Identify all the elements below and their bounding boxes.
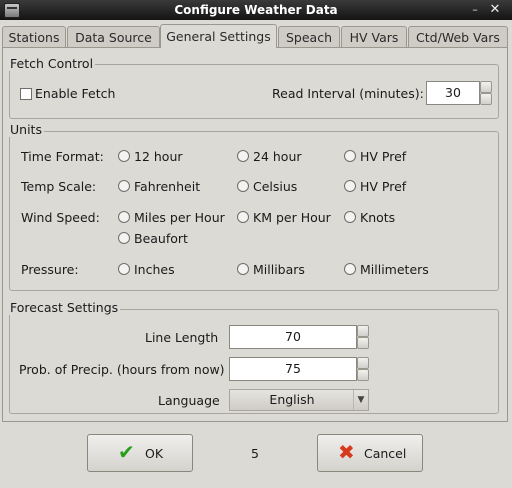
radio-inches-label: Inches [134, 262, 175, 277]
time-format-label: Time Format: [21, 149, 104, 164]
radio-fahrenheit-label: Fahrenheit [134, 179, 201, 194]
line-length-up-button[interactable] [357, 325, 369, 337]
read-interval-input[interactable]: 30 [426, 81, 480, 105]
radio-fahrenheit[interactable] [118, 180, 130, 192]
radio-knots[interactable] [344, 211, 356, 223]
prob-precip-down-button[interactable] [357, 369, 369, 381]
radio-kph[interactable] [237, 211, 249, 223]
radio-millimeters-label: Millimeters [360, 262, 429, 277]
line-length-input[interactable]: 70 [229, 325, 357, 349]
ok-button[interactable]: ✔ OK [87, 434, 193, 472]
ok-button-label: OK [145, 446, 164, 461]
radio-temp-hv-pref[interactable] [344, 180, 356, 192]
tab-speach[interactable]: Speach [278, 26, 340, 47]
read-interval-down-button[interactable] [480, 93, 492, 105]
window-title: Configure Weather Data [174, 3, 338, 17]
radio-24-hour-label: 24 hour [253, 149, 302, 164]
radio-time-hv-pref-label: HV Pref [360, 149, 407, 164]
prob-precip-up-button[interactable] [357, 357, 369, 369]
enable-fetch-checkbox[interactable] [20, 88, 32, 100]
tab-stations[interactable]: Stations [2, 26, 66, 47]
enable-fetch-label: Enable Fetch [35, 86, 116, 101]
language-select-value: English [269, 392, 315, 407]
radio-12-hour[interactable] [118, 150, 130, 162]
radio-millibars[interactable] [237, 263, 249, 275]
chevron-down-icon: ▼ [353, 390, 368, 410]
radio-inches[interactable] [118, 263, 130, 275]
radio-12-hour-label: 12 hour [134, 149, 183, 164]
radio-time-hv-pref[interactable] [344, 150, 356, 162]
pressure-label: Pressure: [21, 262, 79, 277]
radio-temp-hv-pref-label: HV Pref [360, 179, 407, 194]
read-interval-up-button[interactable] [480, 81, 492, 93]
radio-millibars-label: Millibars [253, 262, 305, 277]
status-text: 5 [251, 446, 259, 461]
close-icon[interactable]: ✕ [488, 3, 502, 16]
minimize-icon[interactable]: – [469, 4, 481, 16]
radio-24-hour[interactable] [237, 150, 249, 162]
read-interval-label: Read Interval (minutes): [272, 86, 424, 101]
wind-speed-label: Wind Speed: [21, 210, 100, 225]
checkmark-icon: ✔ [118, 440, 135, 464]
radio-knots-label: Knots [360, 210, 396, 225]
line-length-label: Line Length [145, 330, 219, 345]
tab-hv-vars[interactable]: HV Vars [341, 26, 407, 47]
title-bar: Configure Weather Data – ✕ [0, 0, 512, 20]
cancel-x-icon: ✖ [338, 440, 355, 464]
tab-ctd-web-vars[interactable]: Ctd/Web Vars [408, 26, 508, 47]
forecast-settings-legend: Forecast Settings [8, 300, 121, 315]
prob-precip-input[interactable]: 75 [229, 357, 357, 381]
radio-kph-label: KM per Hour [253, 210, 331, 225]
radio-mph[interactable] [118, 211, 130, 223]
units-legend: Units [8, 122, 44, 137]
language-label: Language [158, 393, 220, 408]
radio-millimeters[interactable] [344, 263, 356, 275]
fetch-control-legend: Fetch Control [8, 56, 96, 71]
radio-beaufort-label: Beaufort [134, 231, 188, 246]
tab-bar: Stations Data Source General Settings Sp… [0, 24, 512, 48]
cancel-button[interactable]: ✖ Cancel [317, 434, 423, 472]
language-select[interactable]: English ▼ [229, 389, 369, 411]
radio-mph-label: Miles per Hour [134, 210, 225, 225]
radio-celsius[interactable] [237, 180, 249, 192]
cancel-button-label: Cancel [364, 446, 407, 461]
tab-data-source[interactable]: Data Source [67, 26, 160, 47]
radio-beaufort[interactable] [118, 232, 130, 244]
radio-celsius-label: Celsius [253, 179, 298, 194]
prob-precip-label: Prob. of Precip. (hours from now) [19, 362, 225, 377]
temp-scale-label: Temp Scale: [21, 179, 97, 194]
tab-general-settings[interactable]: General Settings [160, 24, 277, 48]
line-length-down-button[interactable] [357, 337, 369, 349]
